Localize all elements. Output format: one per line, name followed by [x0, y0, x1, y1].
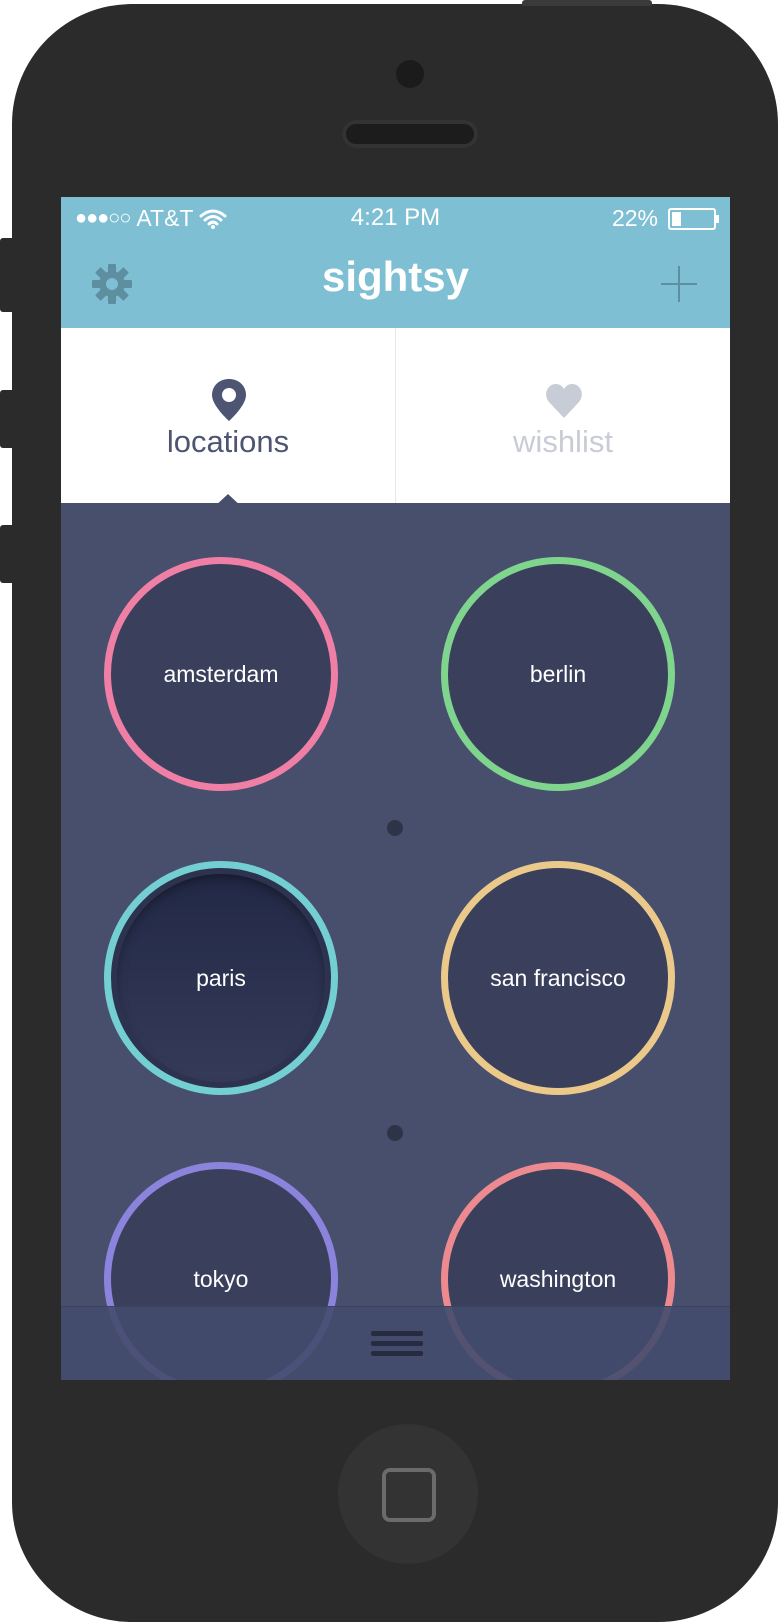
tab-bar: locations wishlist	[61, 328, 730, 503]
city-circle-berlin[interactable]: berlin	[441, 557, 675, 791]
active-tab-indicator	[213, 494, 243, 508]
earpiece-speaker	[342, 120, 478, 148]
tab-wishlist-label: wishlist	[513, 424, 613, 459]
front-camera	[396, 60, 424, 88]
city-label: san francisco	[490, 964, 626, 991]
volume-up-button[interactable]	[0, 390, 14, 448]
navigation-bar: sightsy	[61, 241, 730, 328]
battery-level-fill	[672, 211, 681, 226]
app-title: sightsy	[321, 253, 470, 300]
battery-tip	[716, 214, 719, 223]
menu-line	[371, 1331, 423, 1336]
menu-line	[371, 1351, 423, 1356]
menu-icon[interactable]	[371, 1331, 423, 1363]
home-square-icon	[382, 1468, 436, 1522]
city-label: amsterdam	[163, 660, 279, 687]
volume-down-button[interactable]	[0, 525, 14, 583]
home-button[interactable]	[338, 1424, 478, 1564]
separator-dot	[387, 820, 403, 836]
city-circle-san-francisco[interactable]: san francisco	[441, 861, 675, 1095]
battery-percent: 22%	[611, 205, 658, 231]
plus-icon[interactable]	[658, 263, 700, 305]
menu-line	[371, 1341, 423, 1346]
city-label: paris	[196, 964, 246, 991]
city-label: washington	[499, 1265, 617, 1292]
heart-icon	[546, 384, 582, 418]
battery-icon	[668, 207, 719, 230]
location-pin-icon	[212, 379, 246, 421]
app-screen: ●●●○○ AT&T 4:21 PM 22% sightsy locations…	[61, 197, 730, 1380]
power-button[interactable]	[522, 0, 652, 6]
mute-switch[interactable]	[0, 238, 14, 312]
status-bar: ●●●○○ AT&T 4:21 PM 22%	[61, 197, 730, 241]
tab-wishlist[interactable]: wishlist	[396, 328, 730, 503]
bottom-bar	[61, 1306, 730, 1380]
tab-locations-label: locations	[166, 424, 290, 459]
city-label: tokyo	[193, 1265, 249, 1292]
separator-dot	[387, 1125, 403, 1141]
city-label: berlin	[529, 660, 587, 687]
tab-locations[interactable]: locations	[61, 328, 396, 503]
city-circle-amsterdam[interactable]: amsterdam	[104, 557, 338, 791]
city-circle-paris[interactable]: paris	[104, 861, 338, 1095]
